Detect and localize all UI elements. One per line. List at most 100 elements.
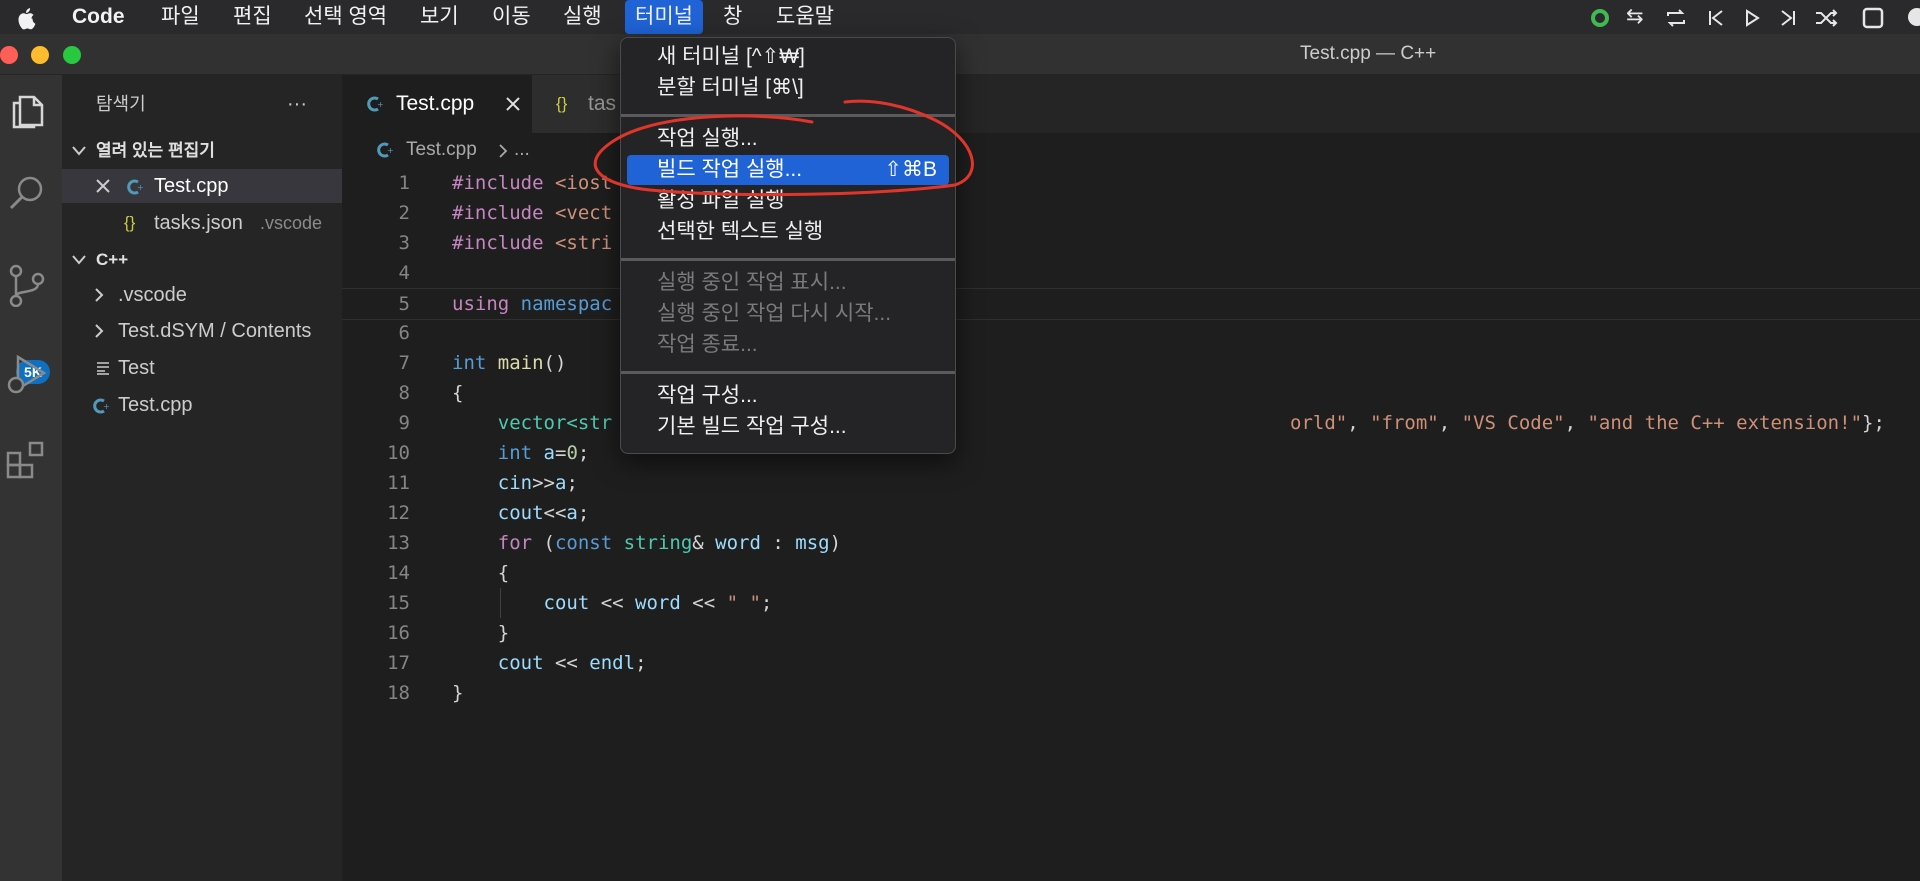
source-control-icon[interactable] [6,263,48,307]
menu-separator [621,371,955,374]
menu-item-split-terminal[interactable]: 분할 터미널 [⌘\] [627,73,949,103]
code-line: 13 for (const string& word : msg) [342,528,1920,558]
code-line: 7 int main() [342,348,1920,378]
code-text: cout << word << " "; [543,592,773,614]
tab-test-cpp[interactable]: + Test.cpp [342,75,532,133]
shuffle-icon[interactable] [1814,8,1838,28]
close-icon[interactable] [96,179,110,193]
run-debug-icon[interactable] [4,351,48,395]
line-number: 15 [387,592,410,614]
menu-help[interactable]: 도움말 [776,0,834,34]
folder-label: C++ [96,250,129,269]
explorer-icon[interactable] [8,89,50,131]
close-tab-icon[interactable] [506,97,520,111]
tree-item-folder[interactable]: .vscode [62,278,342,312]
code-text: int a=0; [497,442,590,464]
chevron-right-icon [95,324,104,338]
code-text: cin>>a; [497,472,578,494]
folder-section[interactable]: C++ [62,243,342,277]
menu-item-show-running-tasks: 실행 중인 작업 표시... [657,271,847,294]
menu-separator [621,114,955,117]
open-editor-item[interactable]: + Test.cpp [62,169,342,203]
line-number: 14 [387,562,410,584]
code-line: 18} [342,678,1920,708]
zoom-window-button[interactable] [63,46,81,64]
line-number: 6 [398,322,410,344]
previous-track-icon[interactable] [1706,8,1726,28]
search-icon[interactable] [6,173,48,215]
open-editors-section[interactable]: 열려 있는 편집기 [62,134,342,168]
line-number: 13 [387,532,410,554]
line-number: 7 [398,352,410,374]
next-track-icon[interactable] [1778,8,1798,28]
explorer-title: 탐색기 [96,94,146,114]
svg-text:+: + [387,146,394,155]
text-file-icon [97,362,109,375]
menu-run[interactable]: 실행 [563,0,602,34]
menu-item-run-build-task[interactable]: 빌드 작업 실행... ⇧⌘B [627,155,949,185]
chat-bubble-icon[interactable] [1904,7,1920,29]
extensions-icon[interactable] [4,437,48,481]
menu-item-run-active-file[interactable]: 활성 파일 실행 [627,186,949,216]
line-number: 12 [387,502,410,524]
tree-item-label: Test.dSYM / Contents [118,320,312,342]
code-text: int main() [452,352,567,374]
menu-file[interactable]: 파일 [161,0,200,34]
stop-icon[interactable] [1862,7,1884,29]
code-text: using namespac [452,293,613,315]
tab-label: tas [588,92,617,115]
minimize-window-button[interactable] [31,46,49,64]
more-actions-button[interactable]: ··· [287,87,307,121]
code-text: cout << endl; [497,652,647,674]
menu-app-name[interactable]: Code [72,0,125,34]
code-line: 2 #include <vect [342,198,1920,228]
open-editor-folder: .vscode [260,213,323,233]
status-ring-icon[interactable] [1590,8,1610,28]
breadcrumb-symbol[interactable]: ... [514,133,530,167]
menu-item-terminate-task: 작업 종료... [657,333,758,356]
line-number: 4 [398,262,410,284]
menu-view[interactable]: 보기 [420,0,459,34]
code-line: 15 cout << word << " "; [342,588,1920,618]
chevron-down-icon [72,146,86,156]
tab-label: Test.cpp [396,92,475,115]
repeat-icon[interactable] [1665,8,1687,28]
line-number: 11 [387,472,410,494]
breadcrumb-file[interactable]: Test.cpp [406,133,477,167]
chevron-down-icon [72,255,86,265]
menu-selection[interactable]: 선택 영역 [304,0,387,34]
tree-item-file[interactable]: Test [62,351,342,385]
menu-edit[interactable]: 편집 [233,0,272,34]
line-number: 10 [387,442,410,464]
svg-text:+: + [103,402,110,411]
menu-item-new-terminal[interactable]: 새 터미널 [^⇧₩] [627,42,949,72]
cpp-file-icon: + [127,179,144,195]
apple-icon[interactable] [16,6,38,30]
activity-bar: 5K [0,75,62,881]
code-line: 8{ [342,378,1920,408]
open-editor-name: Test.cpp [154,175,229,197]
svg-text:+: + [137,183,144,192]
tree-item-file[interactable]: + Test.cpp [62,388,342,422]
menu-item-configure-tasks[interactable]: 작업 구성... [627,381,949,411]
code-line: 17 cout << endl; [342,648,1920,678]
menu-item-run-task[interactable]: 작업 실행... [627,124,949,154]
code-text: #include <stri [452,232,613,254]
open-editor-item[interactable]: {} tasks.json .vscode [62,206,342,240]
tree-item-folder[interactable]: Test.dSYM / Contents [62,314,342,348]
menu-item-configure-default-build-task[interactable]: 기본 빌드 작업 구성... [627,412,949,442]
menu-window[interactable]: 창 [723,0,742,34]
close-window-button[interactable] [0,46,18,64]
terminal-menu-dropdown: 새 터미널 [^⇧₩] 분할 터미널 [⌘\] 작업 실행... 빌드 작업 실… [620,37,956,454]
code-line: 10 int a=0; [342,438,1920,468]
line-number: 3 [398,232,410,254]
code-text: } [452,682,464,704]
menu-terminal[interactable]: 터미널 [625,0,703,34]
code-line: 6 [342,318,1920,348]
play-icon[interactable] [1742,8,1762,28]
explorer-sidebar: 탐색기 ··· 열려 있는 편집기 + Test.cpp {} tasks.js… [62,75,342,881]
svg-text:+: + [377,100,384,109]
menu-go[interactable]: 이동 [492,0,531,34]
menu-item-run-selected-text[interactable]: 선택한 텍스트 실행 [627,217,949,247]
hangul-input-icon[interactable]: ⇆ [1626,6,1644,28]
